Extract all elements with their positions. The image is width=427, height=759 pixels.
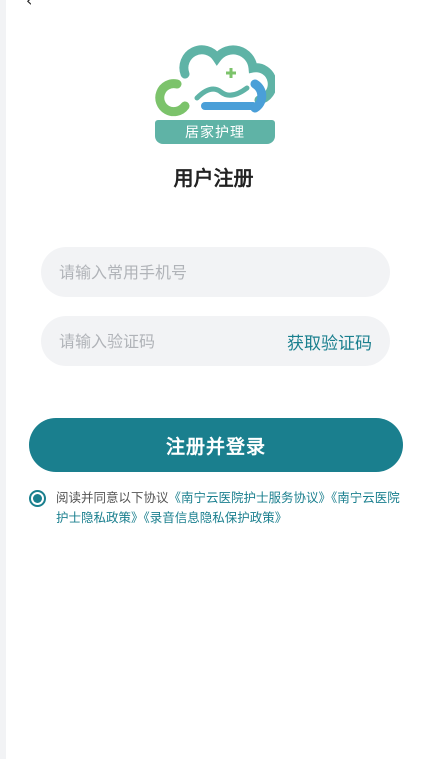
- phone-field[interactable]: [41, 247, 390, 297]
- register-page: ‹ 居家护理 用户注册 获取验证码 注册并登录 阅读并同意以下协议《南宁云医院护…: [0, 0, 427, 759]
- agreement: 阅读并同意以下协议《南宁云医院护士服务协议》《南宁云医院护士隐私政策》《录音信息…: [29, 488, 403, 528]
- agreement-prefix: 阅读并同意以下协议: [56, 490, 169, 505]
- get-code-button[interactable]: 获取验证码: [287, 329, 372, 354]
- agreement-link-recording[interactable]: 《录音信息隐私保护政策》: [144, 510, 288, 525]
- agreement-checkbox[interactable]: [29, 490, 46, 507]
- phone-input[interactable]: [59, 262, 372, 282]
- logo-banner: 居家护理: [155, 120, 275, 144]
- agreement-link-service[interactable]: 《南宁云医院护士服务协议》: [169, 490, 332, 505]
- chevron-left-icon[interactable]: ‹: [26, 0, 42, 9]
- register-login-button[interactable]: 注册并登录: [29, 418, 403, 472]
- verification-code-input[interactable]: [59, 331, 287, 351]
- agreement-text: 阅读并同意以下协议《南宁云医院护士服务协议》《南宁云医院护士隐私政策》《录音信息…: [56, 488, 403, 528]
- left-edge: [0, 0, 6, 759]
- page-title: 用户注册: [173, 166, 254, 190]
- app-logo: 居家护理: [155, 44, 277, 150]
- checked-dot-icon: [33, 494, 42, 503]
- verification-code-field[interactable]: 获取验证码: [41, 316, 390, 366]
- cloud-logo-icon: [155, 45, 277, 117]
